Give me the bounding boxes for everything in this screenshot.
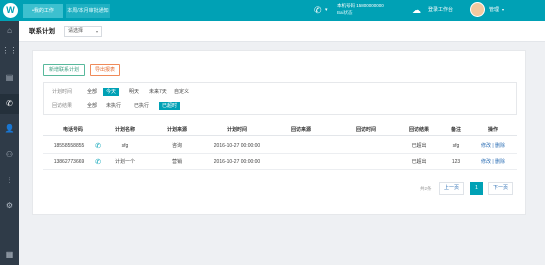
login-workbench-link[interactable]: 登录工作台	[428, 4, 453, 16]
add-plan-button[interactable]: 新增联系计划	[43, 64, 85, 76]
pagination-total: 共2条	[420, 186, 432, 191]
app-logo: W	[3, 3, 18, 18]
page-title: 联系计划	[29, 28, 55, 35]
table-row: 13862773669 ✆ 计划一个 营销 2016-10-27 00:00:0…	[43, 155, 517, 170]
col-note: 备注	[450, 127, 461, 133]
col-phone: 电话号码	[62, 127, 83, 133]
settings-icon[interactable]: ⚙	[0, 196, 19, 216]
filter-time-label: 计划时间	[52, 89, 73, 95]
phone-icon[interactable]: ✆	[93, 139, 103, 154]
cell-plan-source: 咨询	[171, 143, 182, 149]
page-1-button[interactable]: 1	[470, 182, 483, 195]
table-header: 电话号码 计划名称 计划来源 计划时间 回访来源 回访时间 回访结果 备注 操作	[43, 125, 517, 136]
filter-status-pending[interactable]: 未执行	[103, 102, 124, 110]
plan-select[interactable]: 请选择 ▾	[64, 26, 102, 37]
col-visit-source: 回访来源	[290, 127, 311, 133]
filter-status-all[interactable]: 全部	[84, 102, 100, 110]
col-plan-name: 计划名称	[114, 127, 135, 133]
cell-plan-time: 2016-10-27 00:00:00	[213, 143, 261, 149]
cell-note: sfg	[452, 143, 460, 149]
home-icon[interactable]: ⌂	[0, 21, 19, 41]
user-name[interactable]: 管理	[489, 4, 499, 16]
filter-time-next7[interactable]: 未来7天	[146, 88, 170, 96]
cell-note: 123	[451, 159, 461, 165]
report-icon[interactable]: ▤	[0, 68, 19, 88]
filter-status-done[interactable]: 已执行	[131, 102, 152, 110]
col-result: 回访结果	[408, 127, 429, 133]
cell-phone: 18558558855	[53, 143, 85, 149]
table-row: 18558558855 ✆ sfg 咨询 2016-10-27 00:00:00…	[43, 139, 517, 154]
filter-time-all[interactable]: 全部	[84, 88, 100, 96]
prev-page-button[interactable]: 上一页	[439, 182, 464, 195]
filter-time-custom[interactable]: 自定义	[171, 88, 192, 96]
cell-plan-name: sfg	[121, 143, 129, 149]
phone-number: 本机号码 15800000000	[337, 3, 384, 8]
page-header: 联系计划 请选择 ▾	[19, 21, 545, 42]
edit-delete-links[interactable]: 修改 | 删除	[475, 139, 511, 154]
tab-my-work[interactable]: •我的工作	[23, 4, 63, 18]
cell-result: 已超出	[411, 159, 427, 165]
grid-icon[interactable]: ⋮⋮	[0, 41, 19, 61]
plan-select-value: 请选择	[68, 28, 84, 34]
edit-delete-links[interactable]: 修改 | 删除	[475, 155, 511, 170]
phone-status: Bai状态	[337, 10, 353, 15]
phone-icon[interactable]: ✆	[93, 155, 103, 170]
next-page-button[interactable]: 下一页	[488, 182, 513, 195]
cell-plan-name: 计划一个	[114, 159, 135, 165]
team-icon[interactable]: ⚇	[0, 145, 19, 165]
filter-status-label: 回访结果	[52, 103, 73, 109]
export-report-button[interactable]: 导出报表	[90, 64, 120, 76]
sidebar: ⌂ ⋮⋮ ▤ ✆ 👤 ⚇ ⫶ ⚙ ▦	[0, 21, 19, 265]
person-icon[interactable]: 👤	[0, 119, 19, 139]
chevron-down-icon[interactable]: ▾	[502, 4, 504, 16]
phone-icon[interactable]: ✆	[0, 94, 19, 114]
col-plan-time: 计划时间	[226, 127, 247, 133]
filter-time-today[interactable]: 今天	[103, 88, 120, 96]
tab-pending-approvals[interactable]: 本周/本月审批通知	[66, 4, 110, 18]
col-ops: 操作	[487, 127, 498, 133]
phone-icon[interactable]: ✆	[314, 4, 322, 16]
filter-status-overdue[interactable]: 已超时	[159, 102, 181, 110]
cell-plan-time: 2016-10-27 00:00:00	[213, 159, 261, 165]
filter-box: 计划时间 全部 今天 明天 未来7天 自定义 回访结果 全部 未执行 已执行 已…	[43, 82, 517, 115]
avatar[interactable]	[470, 2, 485, 17]
col-visit-time: 回访时间	[355, 127, 376, 133]
chevron-down-icon[interactable]: ▾	[325, 4, 328, 16]
cell-plan-source: 营销	[171, 159, 182, 165]
col-plan-source: 计划来源	[166, 127, 187, 133]
filter-time-tomorrow[interactable]: 明天	[126, 88, 142, 96]
chevron-down-icon: ▾	[95, 29, 98, 34]
message-icon[interactable]: ▦	[0, 245, 19, 265]
main-panel: 新增联系计划 导出报表 计划时间 全部 今天 明天 未来7天 自定义 回访结果 …	[32, 50, 526, 215]
cloud-icon[interactable]: ☁	[412, 4, 421, 16]
chart-icon[interactable]: ⫶	[0, 171, 19, 191]
cell-result: 已超出	[411, 143, 427, 149]
cell-phone: 13862773669	[53, 159, 85, 165]
top-bar: W •我的工作 本周/本月审批通知 ✆ ▾ 本机号码 15800000000 B…	[0, 0, 545, 21]
